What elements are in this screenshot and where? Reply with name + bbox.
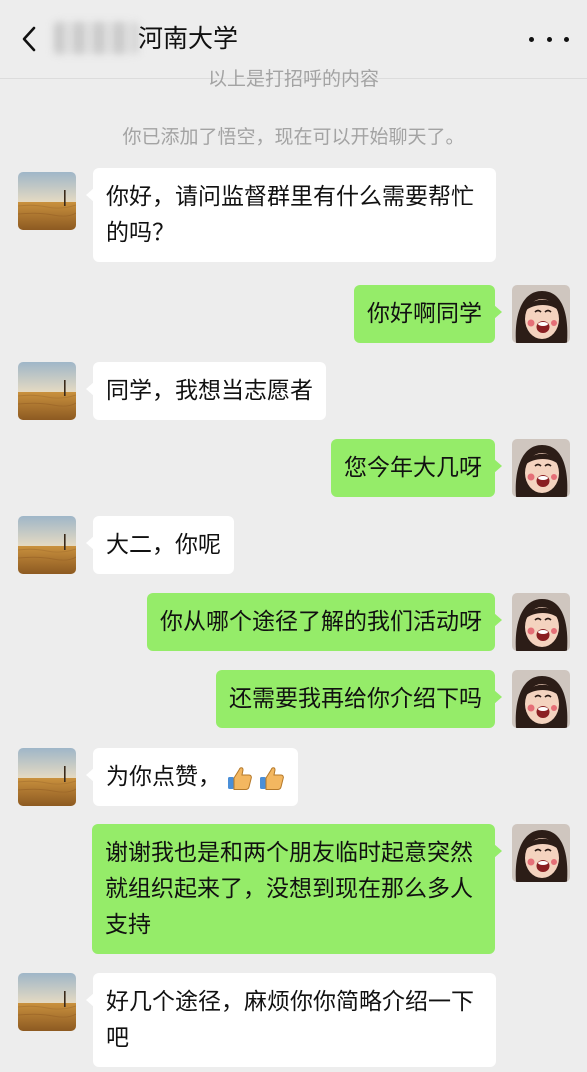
chat-title: 河南大学 (138, 24, 239, 53)
thumbs-up-icon (257, 764, 285, 792)
thumbs-up-icon (225, 764, 253, 792)
message-text: 为你点赞， (106, 764, 221, 790)
avatar[interactable] (18, 362, 76, 420)
avatar[interactable] (512, 670, 570, 728)
system-greeting-notice: 以上是打招呼的内容 (207, 68, 379, 88)
message-bubble[interactable]: 同学，我想当志愿者 (86, 362, 326, 420)
message-bubble[interactable]: 您今年大几呀 (331, 439, 502, 497)
message-bubble[interactable]: 大二，你呢 (86, 516, 234, 574)
avatar[interactable] (18, 748, 76, 806)
message-bubble[interactable]: 你好啊同学 (354, 285, 502, 343)
avatar[interactable] (512, 824, 570, 882)
title-redacted-blur (54, 22, 138, 54)
avatar[interactable] (512, 285, 570, 343)
avatar[interactable] (18, 172, 76, 230)
avatar[interactable] (18, 973, 76, 1031)
avatar[interactable] (18, 516, 76, 574)
message-bubble[interactable]: 好几个途径，麻烦你你简略介绍一下吧 (86, 973, 496, 1067)
chevron-left-icon[interactable] (14, 22, 44, 56)
avatar[interactable] (512, 593, 570, 651)
message-bubble[interactable]: 为你点赞， (86, 748, 298, 806)
system-added-notice: 你已添加了悟空，现在可以开始聊天了。 (122, 126, 465, 148)
message-bubble[interactable]: 你从哪个途径了解的我们活动呀 (147, 593, 502, 651)
message-bubble[interactable]: 还需要我再给你介绍下吗 (216, 670, 502, 728)
avatar[interactable] (512, 439, 570, 497)
message-bubble[interactable]: 你好，请问监督群里有什么需要帮忙的吗？ (86, 168, 496, 262)
more-dots-icon[interactable] (529, 22, 569, 56)
message-bubble[interactable]: 谢谢我也是和两个朋友临时起意突然就组织起来了，没想到现在那么多人支持 (92, 824, 502, 954)
